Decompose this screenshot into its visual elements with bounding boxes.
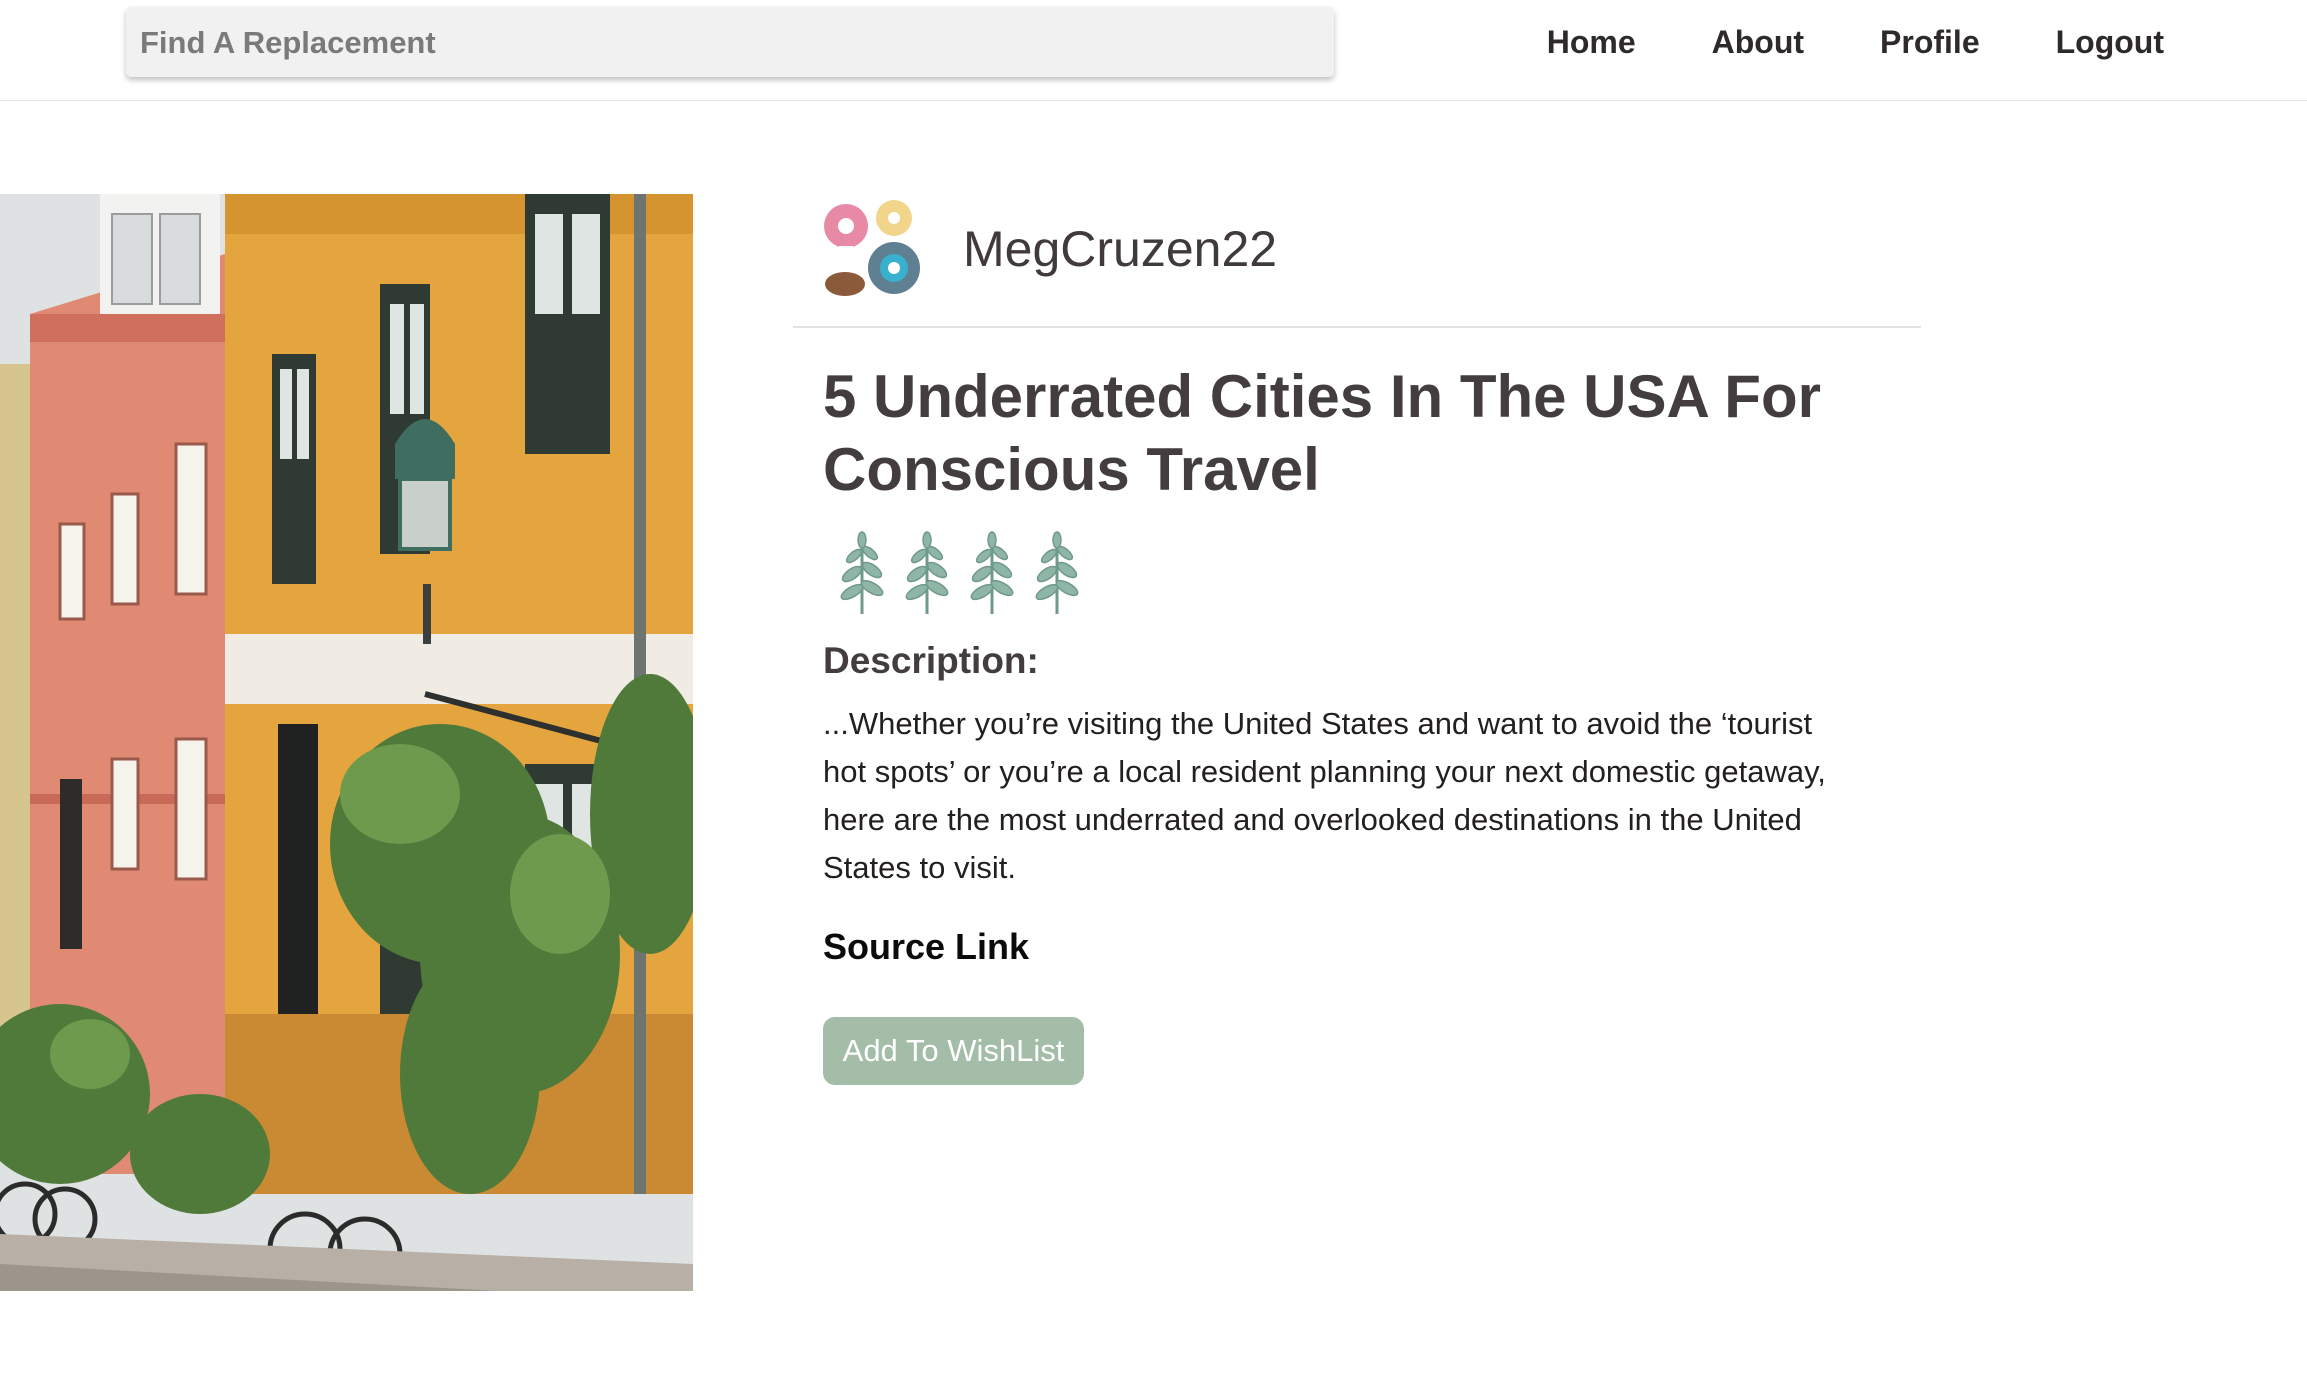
leaf-sprig-icon: [1035, 531, 1079, 614]
description-text: ...Whether you’re visiting the United St…: [823, 706, 1826, 885]
search-input[interactable]: [138, 7, 1326, 79]
nav-logout-link[interactable]: Logout: [2056, 24, 2164, 61]
hero-image: [0, 194, 693, 1291]
leaf-sprig-icon: [840, 531, 884, 614]
leaf-rating: [830, 530, 1090, 616]
search-box[interactable]: [126, 7, 1334, 79]
author-username[interactable]: MegCruzen22: [963, 220, 1277, 278]
source-link[interactable]: Source Link: [823, 926, 1029, 968]
description-label: Description:: [823, 640, 1039, 681]
leaf-sprig-icon: [905, 531, 949, 614]
leaf-sprig-icon: [970, 531, 1014, 614]
nav-home-link[interactable]: Home: [1547, 24, 1636, 61]
article-title: 5 Underrated Cities In The USA For Consc…: [823, 363, 1821, 503]
avatar[interactable]: [821, 198, 923, 300]
add-to-wishlist-button[interactable]: Add To WishList: [823, 1017, 1084, 1085]
author-header: MegCruzen22: [793, 190, 1921, 328]
nav-profile-link[interactable]: Profile: [1880, 24, 1980, 61]
nav-about-link[interactable]: About: [1712, 24, 1804, 61]
main-nav: Home About Profile Logout: [1471, 0, 2164, 84]
top-nav-bar: Home About Profile Logout: [0, 0, 2307, 101]
street-houses-illustration: [0, 194, 693, 1291]
